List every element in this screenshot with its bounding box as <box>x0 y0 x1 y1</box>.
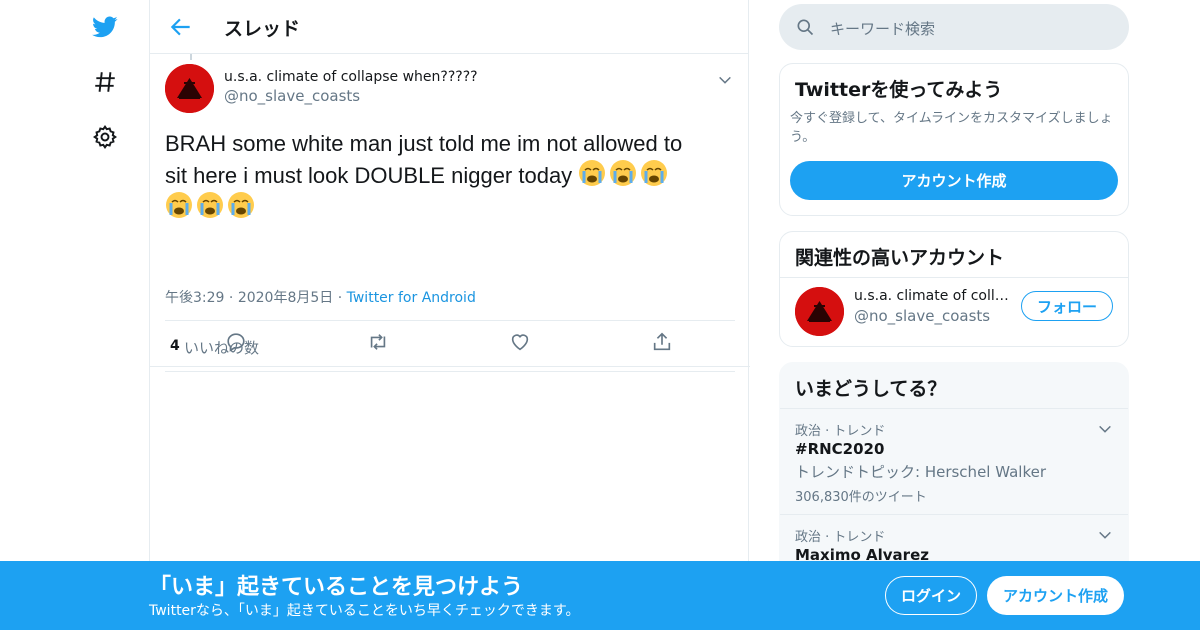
tweet-source[interactable]: Twitter for Android <box>347 290 476 306</box>
related-user-handle[interactable]: @no_slave_coasts <box>854 307 990 325</box>
related-accounts-card: 関連性の高いアカウント u.s.a. climate of colla... @… <box>779 231 1129 347</box>
crying-face-emoji-icon <box>578 159 606 187</box>
chevron-down-icon[interactable] <box>1097 421 1113 437</box>
tweet-text-line1: BRAH some white man just told me im not … <box>165 131 683 156</box>
trend-tweet-count: 306,830件のツイート <box>795 490 927 505</box>
trends-card-title: いまどうしてる？ <box>795 378 947 400</box>
follow-button[interactable]: フォロー <box>1021 291 1113 321</box>
thread-column: スレッド u.s.a. climate of collapse when????… <box>149 0 750 630</box>
bottom-bar-title: 「いま」起きていることを見つけよう <box>149 575 524 600</box>
related-card-title: 関連性の高いアカウント <box>795 247 1005 269</box>
crying-face-emoji-icon <box>640 159 668 187</box>
avatar[interactable] <box>795 287 844 336</box>
search-box[interactable]: キーワード検索 <box>779 4 1129 50</box>
signup-card-description: 今すぐ登録して、タイムラインをカスタマイズしましょう。 <box>790 111 1113 145</box>
thread-connector <box>190 54 192 60</box>
twitter-bird-icon[interactable] <box>90 12 120 42</box>
trend-topic: トレンドトピック: Herschel Walker <box>795 463 1047 481</box>
tweet-actions <box>150 318 750 367</box>
tweet-text-line2: sit here i must look DOUBLE nigger today <box>165 163 573 188</box>
signup-card: Twitterを使ってみよう 今すぐ登録して、タイムラインをカスタマイズしましょ… <box>779 63 1129 216</box>
trend-category: 政治 · トレンド <box>795 530 886 545</box>
reply-icon[interactable] <box>225 331 247 353</box>
signup-button[interactable]: アカウント作成 <box>987 576 1124 615</box>
meta-separator: · <box>337 290 347 306</box>
trend-name: #RNC2020 <box>795 440 885 458</box>
crying-face-emoji-icon <box>196 191 224 219</box>
chevron-down-icon[interactable] <box>717 72 733 88</box>
create-account-button[interactable]: アカウント作成 <box>790 161 1118 200</box>
crying-face-emoji-icon <box>609 159 637 187</box>
back-arrow-icon[interactable] <box>168 14 194 40</box>
like-heart-icon[interactable] <box>509 331 531 353</box>
search-icon <box>795 17 815 37</box>
tweet-time[interactable]: 午後3:29 <box>165 290 224 306</box>
related-user-name[interactable]: u.s.a. climate of colla... <box>854 288 1014 304</box>
login-button[interactable]: ログイン <box>885 576 977 615</box>
page: スレッド u.s.a. climate of collapse when????… <box>0 0 1200 630</box>
user-name[interactable]: u.s.a. climate of collapse when????? <box>224 69 478 85</box>
tweet-user: u.s.a. climate of collapse when????? @no… <box>224 69 478 105</box>
avatar[interactable] <box>165 64 214 113</box>
trend-category: 政治 · トレンド <box>795 424 886 439</box>
chevron-down-icon[interactable] <box>1097 527 1113 543</box>
gear-icon[interactable] <box>90 122 120 152</box>
tweet-meta: 午後3:29 · 2020年8月5日 · Twitter for Android <box>165 287 476 307</box>
trend-item[interactable]: 政治 · トレンド #RNC2020 トレンドトピック: Herschel Wa… <box>780 408 1128 514</box>
retweet-icon[interactable] <box>367 331 389 353</box>
tweet-text: BRAH some white man just told me im not … <box>165 129 735 223</box>
user-handle[interactable]: @no_slave_coasts <box>224 87 478 105</box>
tweet-date[interactable]: 2020年8月5日 <box>238 290 333 306</box>
hashtag-icon[interactable] <box>90 67 120 97</box>
signup-card-title: Twitterを使ってみよう <box>795 79 1003 101</box>
crying-face-emoji-icon <box>227 191 255 219</box>
bottom-signup-bar: 「いま」起きていることを見つけよう Twitterなら、「いま」起きていることを… <box>0 561 1200 630</box>
thread-header: スレッド <box>150 0 748 54</box>
crying-face-emoji-icon <box>165 191 193 219</box>
share-icon[interactable] <box>651 331 673 353</box>
bottom-bar-subtitle: Twitterなら、「いま」起きていることをいち早くチェックできます。 <box>149 603 580 619</box>
meta-separator: · <box>228 290 238 306</box>
divider <box>780 277 1128 278</box>
page-title: スレッド <box>224 18 301 40</box>
search-input[interactable]: キーワード検索 <box>830 18 935 39</box>
